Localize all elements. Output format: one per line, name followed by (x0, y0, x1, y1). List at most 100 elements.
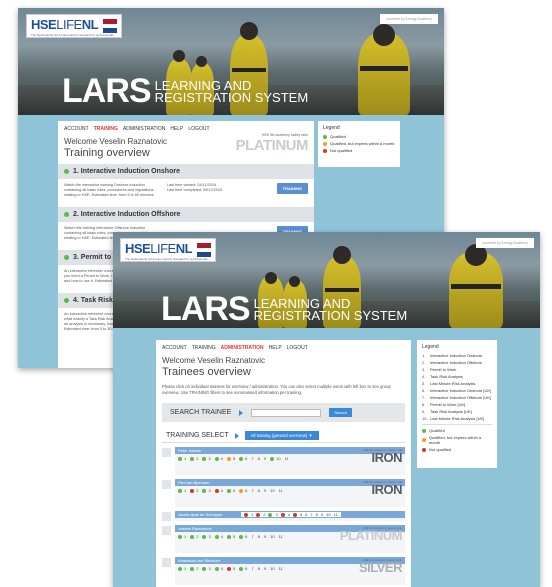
nav-help[interactable]: HELP (269, 345, 282, 351)
search-bar: SEARCH TRAINEE Search (162, 403, 405, 422)
status-dot-icon (239, 488, 244, 493)
hero-banner: HSELIFENL The Netherlands Oil & Gas indu… (113, 232, 540, 328)
status-dot-icon (190, 566, 195, 571)
powered-by-badge: powered by Energy Academy (380, 14, 438, 24)
trainee-row[interactable]: Anastacia van Stockum 1 2 3 4 5 6 7 8 9 10 11 HSE li… (162, 557, 405, 585)
not-qualified-dot-icon (422, 447, 426, 452)
trainee-select-checkbox[interactable] (162, 512, 171, 521)
status-dot-icon (64, 169, 69, 174)
nav-account[interactable]: ACCOUNT (162, 345, 187, 351)
top-nav: ACCOUNT TRAINING ADMINISTRATION HELP LOG… (58, 121, 314, 132)
legend-item: 8. Permit to Work [UK] (422, 402, 466, 407)
status-dot-icon (64, 212, 69, 217)
status-dot-icon (270, 456, 275, 461)
status-dot-icon (214, 566, 219, 571)
nav-training[interactable]: TRAINING (94, 126, 118, 132)
status-dot-icon (64, 255, 69, 260)
trainee-name[interactable]: Jannis Ijsak de Schepper 1 2 3 4 5 6 7 8 9 10 11 (175, 511, 405, 518)
status-dot-icon (178, 566, 182, 571)
arrow-right-icon (239, 409, 244, 416)
top-nav: ACCOUNT TRAINING ADMINISTRATION HELP LOG… (156, 340, 411, 351)
status-dot-icon (226, 488, 231, 493)
status-dot-icon (178, 534, 182, 539)
trainee-row[interactable]: Peter Ikanda 1 2 3 4 5 6 7 8 9 10 11 HSE life Academ… (162, 447, 405, 475)
hselifenl-logo[interactable]: HSELIFENL The Netherlands Oil & Gas indu… (120, 238, 216, 262)
trainee-row[interactable]: Veselin Raznatovic 1 2 3 4 5 6 7 8 9 10 11 HSE life … (162, 525, 405, 553)
status-dot-icon (239, 566, 244, 571)
netherlands-flag-icon (103, 19, 117, 33)
nav-help[interactable]: HELP (170, 126, 183, 132)
status-dot-icon (268, 512, 273, 517)
module-header[interactable]: 2. Interactive Induction Offshore (58, 207, 314, 222)
trainee-select-checkbox[interactable] (162, 526, 171, 535)
status-dot-icon (280, 512, 285, 517)
trainee-card[interactable]: Jannis Ijsak de Schepper 1 2 3 4 5 6 7 8 9 10 11 (175, 511, 405, 521)
legend-item: 1. Interactive Induction Onshore (422, 353, 483, 358)
module-body: Watch the interactive training Onshore i… (58, 179, 314, 202)
hero-banner: HSELIFENL The Netherlands Oil & Gas indu… (18, 8, 444, 115)
trainee-card[interactable]: Veselin Raznatovic 1 2 3 4 5 6 7 8 9 10 11 HSE life … (175, 525, 405, 553)
training-select-bar: TRAINING SELECT All training (general ov… (162, 429, 405, 443)
legend-item: 4. Task Risk Analysis (422, 374, 463, 379)
page-title: Trainees overview (162, 366, 251, 378)
trainee-select-checkbox[interactable] (162, 480, 171, 489)
status-dot-icon (226, 566, 231, 571)
welcome-text: Welcome Veselin Raznatovic (162, 356, 266, 365)
hselifenl-logo[interactable]: HSELIFENL The Netherlands Oil & Gas indu… (26, 14, 122, 38)
status-dot-icon (190, 456, 195, 461)
instructions-text: Please click on individual trainees for … (162, 384, 391, 395)
training-button[interactable]: TRAINING (276, 183, 308, 194)
nav-logout[interactable]: LOGOUT (287, 345, 308, 351)
module-header[interactable]: 1. Interactive Induction Onshore (58, 164, 314, 179)
expiring-dot-icon (323, 141, 327, 146)
status-dot-icon (64, 298, 69, 303)
legend-item: 10. Last Minute Risk Analysis [UK] (422, 416, 485, 421)
trainee-list: Peter Ikanda 1 2 3 4 5 6 7 8 9 10 11 HSE life Academ… (156, 447, 411, 587)
nav-logout[interactable]: LOGOUT (188, 126, 209, 132)
status-dot-icon (202, 488, 207, 493)
status-dot-icon (256, 512, 261, 517)
search-input[interactable] (251, 408, 322, 417)
status-dot-icon (178, 488, 182, 493)
trainee-row[interactable]: Jannis Ijsak de Schepper 1 2 3 4 5 6 7 8 9 10 11 (162, 511, 405, 521)
nav-training[interactable]: TRAINING (192, 345, 216, 351)
search-button[interactable]: Search (329, 408, 353, 417)
status-dot-icon (226, 534, 231, 539)
arrow-right-icon (234, 432, 239, 439)
legend-item: 3. Permit to Work (422, 367, 457, 372)
trainees-overview-screen: HSELIFENL The Netherlands Oil & Gas indu… (113, 232, 540, 587)
trainee-card[interactable]: Peter Ikanda 1 2 3 4 5 6 7 8 9 10 11 HSE life Academ… (175, 447, 405, 475)
status-dot-icon (190, 534, 195, 539)
safety-rank: HSE life Academy safety rank PLATINUM (339, 526, 403, 543)
training-select-dropdown[interactable]: All training (general overview) ▼ (244, 431, 319, 440)
nav-account[interactable]: ACCOUNT (64, 126, 89, 132)
status-dot-icon (214, 456, 219, 461)
safety-rank: HSE life Academy safety rank IRON (362, 448, 402, 465)
safety-rank: HSE life Academy safety rank PLATINUM (235, 133, 309, 154)
qualified-dot-icon (323, 134, 327, 139)
safety-rank: HSE life Academy safety rank SILVER (359, 558, 403, 575)
lars-title: LARS LEARNING AND REGISTRATION SYSTEM (62, 72, 309, 110)
trainee-card[interactable]: Piet van Bjornsen 1 2 3 4 5 6 7 8 9 10 11 HSE life A… (175, 479, 405, 507)
status-dot-icon (214, 534, 219, 539)
status-dot-icon (292, 512, 297, 517)
status-dot-icon (239, 456, 244, 461)
legend-item: 9. Task Risk Analysis [UK] (422, 409, 472, 414)
trainee-select-checkbox[interactable] (162, 448, 171, 457)
netherlands-flag-icon (197, 243, 211, 257)
nav-administration[interactable]: ADMINISTRATION (221, 345, 264, 351)
legend-panel: Legend Qualified Qualified, but expires … (318, 121, 400, 167)
trainee-select-checkbox[interactable] (162, 558, 171, 567)
status-dot-icon (214, 488, 219, 493)
legend-item: 6. Interactive Induction Onshore [UK] (422, 388, 492, 393)
nav-administration[interactable]: ADMINISTRATION (123, 126, 165, 132)
status-dot-icon (202, 456, 207, 461)
powered-by-badge: powered by Energy Academy (476, 238, 534, 248)
safety-rank: HSE life Academy safety rank IRON (362, 480, 402, 497)
trainee-row[interactable]: Piet van Bjornsen 1 2 3 4 5 6 7 8 9 10 11 HSE life A… (162, 479, 405, 507)
lars-title: LARS LEARNING AND REGISTRATION SYSTEM (161, 290, 408, 328)
legend-item: 5. Last Minute Risk Analysis (422, 381, 476, 386)
status-dot-icon (244, 512, 248, 517)
training-status-row: 1 2 3 4 5 6 7 8 9 10 11 (241, 512, 341, 517)
trainee-card[interactable]: Anastacia van Stockum 1 2 3 4 5 6 7 8 9 10 11 HSE li… (175, 557, 405, 585)
